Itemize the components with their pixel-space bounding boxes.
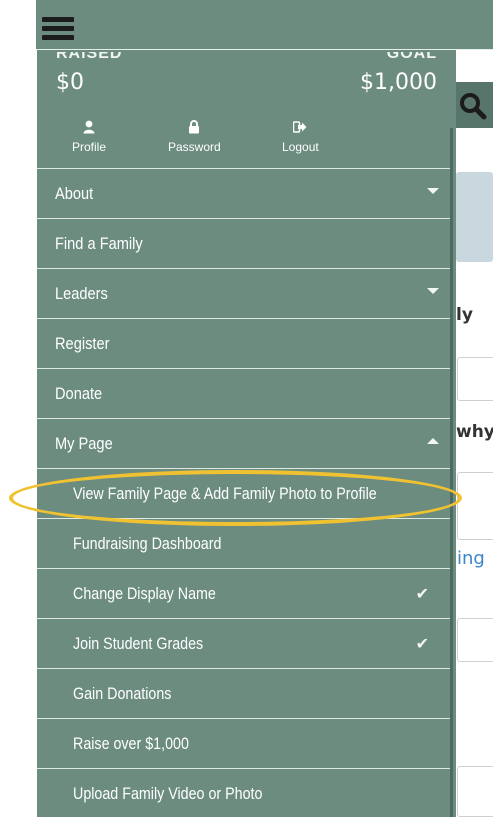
section-heading: ly <box>456 305 473 325</box>
menu-item-label: Donate <box>55 383 103 403</box>
submenu-item-label: Raise over $1,000 <box>73 733 189 753</box>
submenu-item-raise-over-1000[interactable]: Raise over $1,000 <box>37 718 451 768</box>
menu-item-label: Find a Family <box>55 233 143 253</box>
raised-value: $0 <box>56 70 84 95</box>
goal-value: $1,000 <box>360 70 437 95</box>
submenu-item-label: Change Display Name <box>73 583 216 603</box>
drawer-menu: About Find a Family Leaders Register Don… <box>37 168 451 817</box>
search-icon <box>460 93 487 120</box>
menu-item-label: My Page <box>55 433 113 453</box>
menu-item-leaders[interactable]: Leaders <box>37 268 451 318</box>
chevron-down-icon[interactable] <box>427 188 439 194</box>
menu-item-label: About <box>55 183 94 203</box>
checkmark-icon: ✔ <box>415 586 429 603</box>
info-panel <box>456 172 493 262</box>
submenu-item-join-student-grades[interactable]: Join Student Grades ✔ <box>37 618 451 668</box>
password-label: Password <box>168 140 221 154</box>
page-link[interactable]: ing <box>457 548 485 569</box>
menu-item-label: Leaders <box>55 283 108 303</box>
user-icon <box>83 118 95 136</box>
submenu-item-gain-donations[interactable]: Gain Donations <box>37 668 451 718</box>
form-input[interactable] <box>457 618 493 662</box>
profile-link[interactable]: Profile <box>72 118 106 154</box>
section-heading: why <box>456 422 493 442</box>
chevron-up-icon[interactable] <box>427 438 439 444</box>
form-input[interactable] <box>457 357 493 401</box>
submenu-item-label: Gain Donations <box>73 683 172 703</box>
drawer-scrollbar[interactable] <box>450 128 453 817</box>
search-button[interactable] <box>452 82 493 128</box>
submenu-item-change-display-name[interactable]: Change Display Name ✔ <box>37 568 451 618</box>
profile-label: Profile <box>72 140 107 154</box>
password-link[interactable]: Password <box>168 118 221 154</box>
menu-item-about[interactable]: About <box>37 168 451 218</box>
submenu-item-label: Upload Family Video or Photo <box>73 783 263 803</box>
menu-item-find-a-family[interactable]: Find a Family <box>37 218 451 268</box>
top-bar <box>36 0 493 50</box>
logout-link[interactable]: Logout <box>282 118 319 154</box>
menu-item-donate[interactable]: Donate <box>37 368 451 418</box>
form-textarea[interactable] <box>457 472 493 540</box>
submenu-item-view-family-page[interactable]: View Family Page & Add Family Photo to P… <box>37 468 451 518</box>
hamburger-menu-icon[interactable] <box>42 17 74 43</box>
menu-item-label: Register <box>55 333 110 353</box>
menu-item-register[interactable]: Register <box>37 318 451 368</box>
lock-icon <box>188 118 200 136</box>
submenu-item-upload-family-video[interactable]: Upload Family Video or Photo <box>37 768 451 817</box>
logout-icon <box>293 118 307 136</box>
chevron-down-icon[interactable] <box>427 288 439 294</box>
submenu-item-fundraising-dashboard[interactable]: Fundraising Dashboard <box>37 518 451 568</box>
form-input[interactable] <box>457 766 493 817</box>
logout-label: Logout <box>282 140 319 154</box>
submenu-item-label: View Family Page & Add Family Photo to P… <box>73 483 377 503</box>
checkmark-icon: ✔ <box>415 636 429 653</box>
menu-item-my-page[interactable]: My Page <box>37 418 451 468</box>
submenu-item-label: Fundraising Dashboard <box>73 533 222 553</box>
submenu-item-label: Join Student Grades <box>73 633 204 653</box>
